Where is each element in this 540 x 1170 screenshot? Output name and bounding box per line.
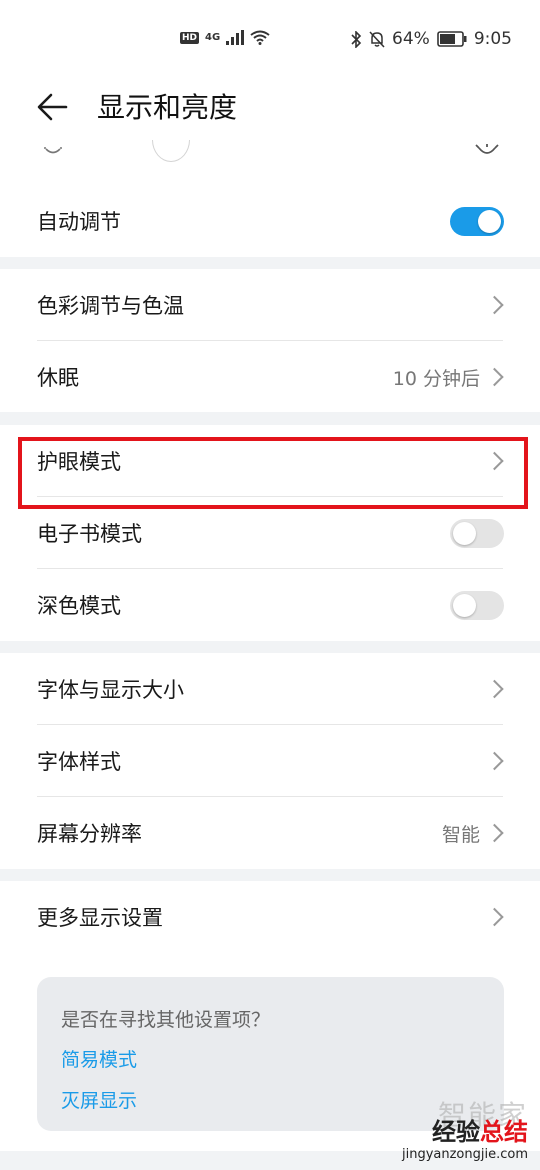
font-style-label: 字体样式 [37, 750, 121, 774]
color-temp-label: 色彩调节与色温 [37, 294, 184, 318]
watermark-url: jingyanzongjie.com [401, 1147, 528, 1162]
sleep-value: 10 分钟后 [392, 367, 480, 390]
chevron-right-icon [485, 751, 504, 771]
toggle-knob [453, 593, 476, 617]
status-right: 64% 9:05 [351, 29, 512, 49]
hd-badge: HD [180, 31, 200, 44]
dark-mode-label: 深色模式 [37, 594, 121, 618]
chevron-right-icon [485, 907, 504, 927]
dark-mode-row[interactable]: 深色模式 [0, 569, 540, 641]
chevron-right-icon [485, 295, 504, 315]
page-title: 显示和亮度 [97, 91, 238, 124]
chevron-right-icon [485, 679, 504, 699]
watermark-brand-red: 总结 [480, 1118, 528, 1146]
auto-brightness-label: 自动调节 [37, 210, 121, 234]
chevron-right-icon [485, 367, 504, 387]
signal-icon [226, 30, 245, 45]
brightness-high-icon [475, 144, 499, 154]
wifi-icon [250, 30, 270, 45]
resolution-value: 智能 [441, 823, 480, 846]
mute-bell-icon [369, 30, 385, 48]
ebook-mode-label: 电子书模式 [37, 522, 142, 546]
clock: 9:05 [473, 29, 512, 49]
always-on-display-link[interactable]: 灭屏显示 [61, 1086, 137, 1113]
watermark-brand-black: 经验 [432, 1118, 480, 1146]
toggle-knob [453, 521, 476, 545]
bluetooth-icon [351, 30, 362, 48]
highlight-box [18, 437, 528, 509]
suggestion-title: 是否在寻找其他设置项？ [61, 1009, 271, 1031]
more-display-label: 更多显示设置 [37, 906, 163, 930]
status-left: HD 4G [180, 30, 270, 45]
chevron-right-icon [485, 823, 504, 843]
resolution-label: 屏幕分辨率 [37, 822, 142, 846]
color-temp-row[interactable]: 色彩调节与色温 [0, 269, 540, 341]
font-style-row[interactable]: 字体样式 [0, 725, 540, 797]
font-section: 字体与显示大小 字体样式 屏幕分辨率 智能 [0, 653, 540, 869]
auto-brightness-row[interactable]: 自动调节 [0, 185, 540, 257]
brightness-section: 自动调节 [0, 140, 540, 257]
simple-mode-link[interactable]: 简易模式 [61, 1045, 137, 1072]
more-display-row[interactable]: 更多显示设置 [0, 881, 540, 953]
back-arrow-icon[interactable] [36, 90, 70, 124]
color-sleep-section: 色彩调节与色温 休眠 10 分钟后 [0, 269, 540, 412]
sleep-label: 休眠 [37, 366, 79, 390]
brightness-low-icon [44, 147, 62, 154]
network-type: 4G [205, 32, 221, 43]
status-bar: HD 4G 64% 9:05 [0, 0, 540, 80]
sleep-row[interactable]: 休眠 10 分钟后 [0, 341, 540, 413]
battery-icon [437, 31, 467, 47]
ebook-mode-toggle[interactable] [450, 518, 504, 548]
app-header: 显示和亮度 [0, 80, 540, 140]
battery-percent: 64% [392, 29, 430, 49]
resolution-row[interactable]: 屏幕分辨率 智能 [0, 797, 540, 869]
font-size-label: 字体与显示大小 [37, 678, 184, 702]
auto-brightness-toggle[interactable] [450, 206, 504, 236]
watermark-brand: 经验总结 [402, 1112, 528, 1147]
font-size-row[interactable]: 字体与显示大小 [0, 653, 540, 725]
watermark: 智能家 经验总结 jingyanzongjie.com [402, 1094, 528, 1162]
dark-mode-toggle[interactable] [450, 590, 504, 620]
toggle-knob [478, 209, 501, 233]
